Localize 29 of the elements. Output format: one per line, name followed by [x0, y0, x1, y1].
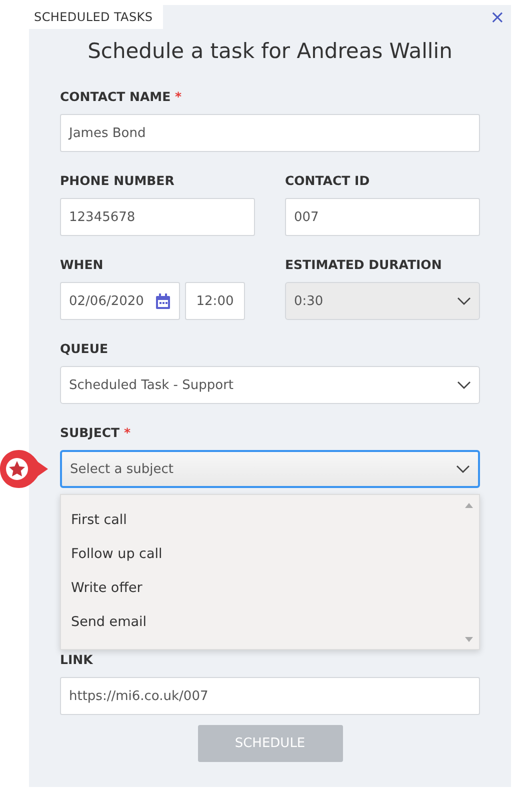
field-label: CONTACT ID: [285, 172, 371, 190]
chevron-down-icon: [457, 381, 471, 389]
scroll-up-icon[interactable]: [465, 503, 473, 508]
field-label: WHEN: [60, 256, 104, 274]
scroll-down-icon[interactable]: [465, 637, 473, 642]
field-label: ESTIMATED DURATION: [285, 256, 443, 274]
dropdown-field[interactable]: Select a subject: [60, 450, 480, 488]
dropdown-option[interactable]: Send email: [61, 605, 479, 639]
field-label: QUEUE: [60, 340, 110, 358]
time-field[interactable]: 12:00: [185, 282, 245, 320]
field-label: LINK: [60, 651, 94, 669]
dropdown-option[interactable]: Write offer: [61, 571, 479, 605]
chevron-down-icon: [456, 465, 470, 473]
dialog-title: Schedule a task for Andreas Wallin: [88, 38, 452, 64]
date-field[interactable]: 02/06/2020: [60, 282, 180, 320]
field-label: PHONE NUMBER: [60, 172, 176, 190]
text-field[interactable]: James Bond: [60, 114, 480, 152]
field-label: CONTACT NAME *: [60, 88, 183, 106]
calendar-icon[interactable]: [155, 292, 171, 310]
dropdown-field[interactable]: Scheduled Task - Support: [60, 366, 480, 404]
panel-tab[interactable]: SCHEDULED TASKS: [29, 5, 163, 29]
dropdown-option[interactable]: Follow up call: [61, 537, 479, 571]
text-field[interactable]: 007: [285, 198, 480, 236]
text-field[interactable]: https://mi6.co.uk/007: [60, 677, 480, 715]
text-field[interactable]: 12345678: [60, 198, 255, 236]
close-button[interactable]: ×: [488, 9, 507, 27]
chevron-down-icon: [457, 297, 471, 305]
field-label: SUBJECT *: [60, 424, 132, 442]
dropdown-option[interactable]: First call: [61, 503, 479, 537]
